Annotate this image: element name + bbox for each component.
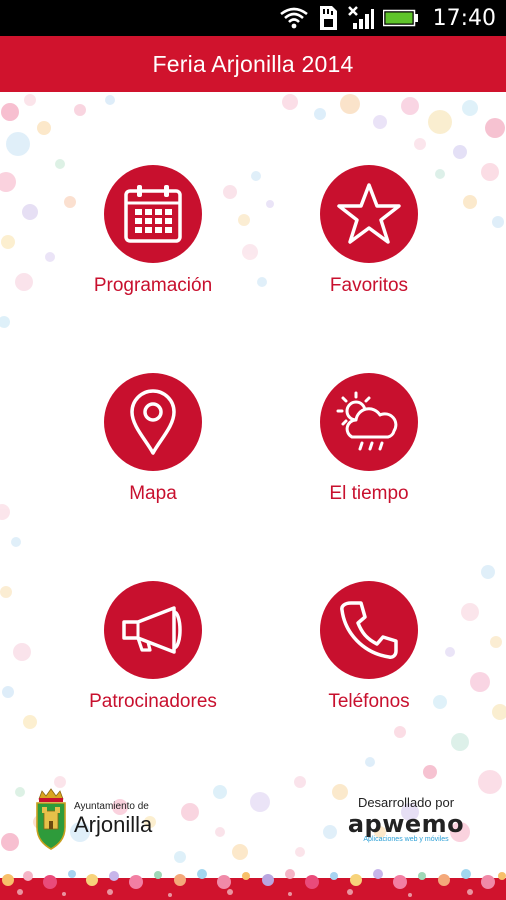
megaphone-icon bbox=[122, 606, 182, 654]
favoritos-label: Favoritos bbox=[329, 275, 409, 296]
app-bar: Feria Arjonilla 2014 bbox=[0, 36, 506, 92]
map-pin-icon bbox=[130, 389, 176, 455]
telefonos-button[interactable] bbox=[320, 581, 418, 679]
bottom-decoration bbox=[0, 869, 506, 900]
el-tiempo-button[interactable] bbox=[320, 373, 418, 471]
developer-brand: apwemo bbox=[347, 810, 465, 838]
no-signal-icon bbox=[347, 5, 375, 31]
phone-icon bbox=[340, 601, 398, 659]
ayuntamiento-logo[interactable]: Ayuntamiento de Arjonilla bbox=[34, 786, 184, 852]
app-title: Feria Arjonilla 2014 bbox=[152, 50, 354, 77]
wifi-icon bbox=[279, 6, 309, 30]
weather-icon bbox=[336, 391, 398, 451]
el-tiempo-label: El tiempo bbox=[329, 483, 409, 504]
patrocinadores-button[interactable] bbox=[104, 581, 202, 679]
menu-item-favoritos[interactable]: Favoritos bbox=[259, 165, 479, 315]
status-bar: 17:40 bbox=[0, 0, 506, 36]
mapa-label: Mapa bbox=[129, 483, 177, 504]
programacion-button[interactable] bbox=[104, 165, 202, 263]
menu-item-mapa[interactable]: Mapa bbox=[43, 373, 263, 523]
developer-label: Desarrollado por bbox=[357, 795, 455, 810]
calendar-icon bbox=[124, 185, 182, 243]
battery-icon bbox=[382, 8, 419, 28]
programacion-label: Programación bbox=[93, 275, 213, 296]
coat-of-arms-icon bbox=[36, 788, 66, 850]
ayuntamiento-name: Arjonilla bbox=[74, 812, 153, 837]
developer-credit[interactable]: Desarrollado por apwemo Aplicaciones web… bbox=[336, 795, 476, 851]
menu-item-telefonos[interactable]: Teléfonos bbox=[259, 581, 479, 731]
favoritos-button[interactable] bbox=[320, 165, 418, 263]
telefonos-label: Teléfonos bbox=[328, 691, 410, 712]
menu-item-el-tiempo[interactable]: El tiempo bbox=[259, 373, 479, 523]
star-icon bbox=[337, 183, 401, 244]
mapa-button[interactable] bbox=[104, 373, 202, 471]
patrocinadores-label: Patrocinadores bbox=[89, 691, 217, 712]
sd-card-icon bbox=[317, 5, 339, 31]
status-clock: 17:40 bbox=[432, 5, 496, 31]
menu-item-programacion[interactable]: Programación bbox=[43, 165, 263, 315]
menu-item-patrocinadores[interactable]: Patrocinadores bbox=[43, 581, 263, 731]
